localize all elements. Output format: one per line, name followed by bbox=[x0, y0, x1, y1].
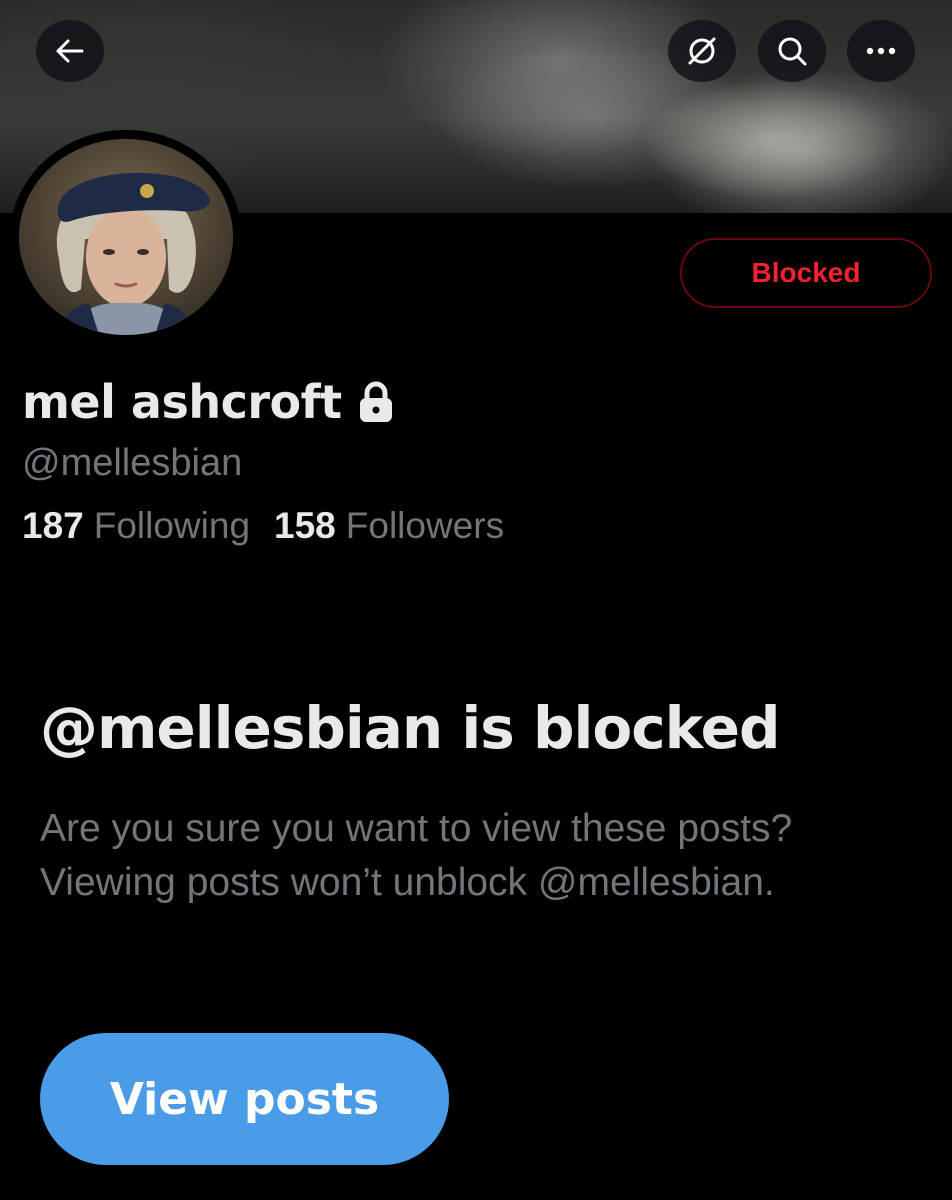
avatar-ring bbox=[10, 130, 242, 344]
follow-stats: 187 Following 158 Followers bbox=[22, 505, 504, 547]
arrow-left-icon bbox=[56, 39, 84, 63]
search-button[interactable] bbox=[758, 20, 826, 82]
lock-icon bbox=[359, 381, 392, 422]
following-stat[interactable]: 187 Following bbox=[22, 505, 250, 547]
avatar[interactable] bbox=[19, 139, 233, 335]
view-posts-button[interactable]: View posts bbox=[40, 1033, 449, 1165]
display-name-row: mel ashcroft bbox=[22, 372, 396, 432]
blocked-title: @mellesbian is blocked bbox=[40, 694, 781, 762]
avatar-image bbox=[19, 139, 233, 335]
following-count: 187 bbox=[22, 505, 84, 546]
following-label: Following bbox=[93, 505, 251, 546]
grok-icon bbox=[688, 37, 716, 65]
blocked-button[interactable]: Blocked bbox=[680, 238, 932, 308]
display-name: mel ashcroft bbox=[22, 375, 342, 429]
banner-highlight bbox=[640, 80, 900, 200]
user-handle: @mellesbian bbox=[22, 442, 243, 484]
followers-label: Followers bbox=[345, 505, 505, 546]
more-horizontal-icon bbox=[866, 47, 896, 55]
blocked-description: Are you sure you want to view these post… bbox=[40, 807, 793, 904]
back-button[interactable] bbox=[36, 20, 104, 82]
search-icon bbox=[778, 37, 807, 66]
grok-button[interactable] bbox=[668, 20, 736, 82]
more-button[interactable] bbox=[847, 20, 915, 82]
followers-count: 158 bbox=[274, 505, 336, 546]
followers-stat[interactable]: 158 Followers bbox=[274, 505, 504, 547]
